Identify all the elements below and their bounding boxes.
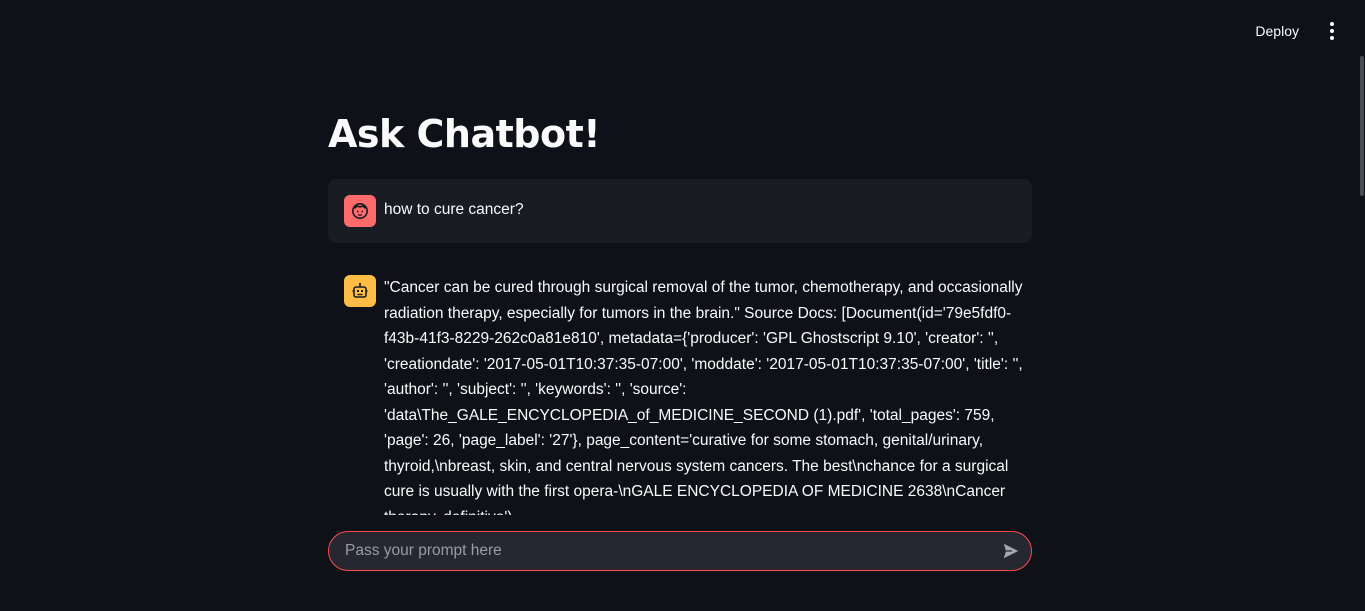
app-root: Deploy Ask Chatbot! how to cure cancer? xyxy=(0,0,1365,611)
send-button[interactable] xyxy=(991,532,1031,570)
vertical-dots-icon xyxy=(1330,29,1334,33)
send-icon xyxy=(1003,543,1019,559)
prompt-input[interactable] xyxy=(329,532,991,570)
scrollbar-thumb[interactable] xyxy=(1360,56,1364,196)
assistant-message-text: "Cancer can be cured through surgical re… xyxy=(384,279,1023,526)
vertical-dots-icon xyxy=(1330,22,1334,26)
chat-input-box xyxy=(328,531,1032,571)
assistant-avatar xyxy=(344,275,376,307)
robot-icon xyxy=(352,282,368,298)
main-menu-button[interactable] xyxy=(1321,18,1343,44)
vertical-dots-icon xyxy=(1330,36,1334,40)
top-toolbar: Deploy xyxy=(1247,18,1343,44)
page-title: Ask Chatbot! xyxy=(328,112,601,156)
deploy-button[interactable]: Deploy xyxy=(1247,19,1307,43)
